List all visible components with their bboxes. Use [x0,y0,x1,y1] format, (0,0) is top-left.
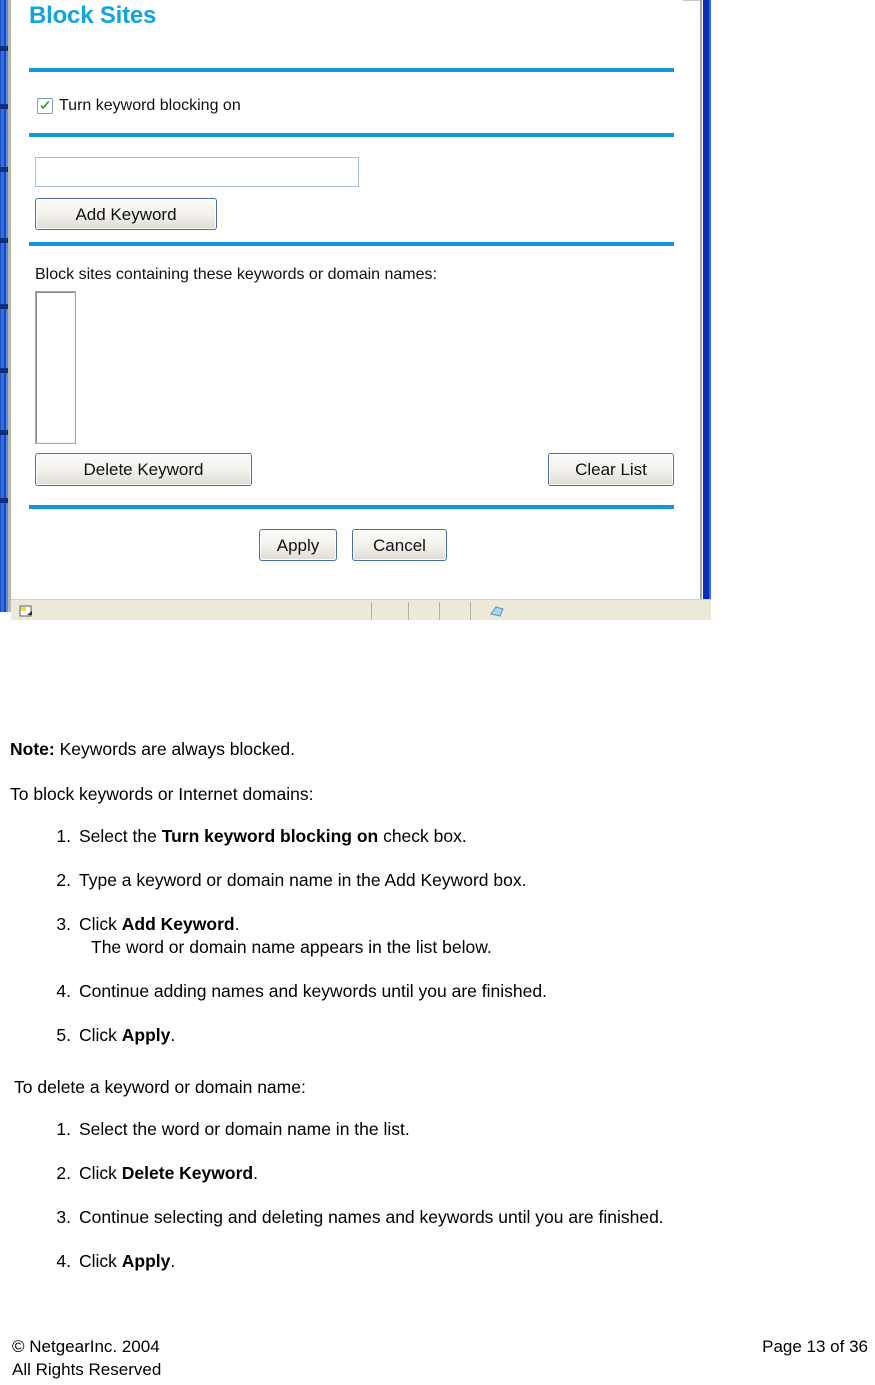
copyright-line-1: © NetgearInc. 2004 [12,1337,160,1356]
list-item-text: Continue selecting and deleting names an… [79,1207,664,1228]
emphasis-text: Apply [121,1251,171,1272]
note-text: Keywords are always blocked. [59,739,295,759]
list-item-text: Click Apply. [79,1025,176,1046]
list-item-number: 3. [56,1207,71,1228]
list-item-text: Click Delete Keyword. [79,1163,258,1184]
list-item-number: 2. [56,870,71,891]
keyword-blocking-checkbox-row[interactable]: Turn keyword blocking on [37,97,241,115]
add-keyword-button[interactable]: Add Keyword [35,198,217,230]
apply-button[interactable]: Apply [259,529,337,561]
list-item-number: 1. [56,1119,71,1139]
list-item: 5. Click Apply. [45,1024,845,1047]
list-item: 4. Continue adding names and keywords unt… [45,980,845,1003]
block-steps-list: 1. Select the Turn keyword blocking on ch… [45,825,845,1069]
list-item: 2. Type a keyword or domain name in the A… [45,869,845,892]
window-frame-right [700,0,711,612]
list-item-number: 4. [56,981,71,1002]
list-item-number: 1. [56,826,71,846]
note-label: Note: [10,739,55,759]
list-item-text: Select the Turn keyword blocking on chec… [79,826,467,846]
list-item-subtext: The word or domain name appears in the l… [91,937,492,958]
checkbox-label: Turn keyword blocking on [59,97,241,114]
list-item-text: Type a keyword or domain name in the Add… [79,870,527,891]
browser-window-screenshot: Block Sites Turn keyword blocking on Add… [0,0,711,620]
divider-rule-3 [29,242,674,246]
browser-viewport: Block Sites Turn keyword blocking on Add… [11,0,683,598]
list-item: 2. Click Delete Keyword. [45,1162,845,1185]
list-item: 1. Select the word or domain name in the … [45,1118,845,1141]
window-frame-left [0,0,11,612]
list-item: 4. Click Apply. [45,1250,845,1273]
list-item: 3. Click Add Keyword. The word or domain n… [45,913,845,959]
list-item: 3. Continue selecting and deleting names … [45,1206,845,1229]
list-item-text: Click Add Keyword. [79,914,240,935]
keyword-list-box[interactable] [35,291,76,444]
list-item-text: Select the word or domain name in the li… [79,1119,410,1139]
emphasis-text: Add Keyword [121,914,235,935]
note-paragraph: Note: Keywords are always blocked. [10,738,295,762]
emphasis-text: Delete Keyword [121,1163,254,1184]
list-item-text: Continue adding names and keywords until… [79,981,547,1002]
delete-intro-paragraph: To delete a keyword or domain name: [14,1077,306,1097]
copyright-line-2: All Rights Reserved [12,1359,162,1379]
delete-steps-list: 1. Select the word or domain name in the … [45,1118,845,1294]
turn-keyword-blocking-on-checkbox[interactable] [37,98,53,114]
page-number: Page 13 of 36 [762,1337,868,1356]
list-item: 1. Select the Turn keyword blocking on ch… [45,825,845,848]
page-footer: © NetgearInc. 2004 All Rights Reserved P… [0,1336,875,1385]
page-document-icon [19,604,35,618]
clear-list-button[interactable]: Clear List [548,453,674,486]
list-item-number: 5. [56,1025,71,1046]
copyright-block: © NetgearInc. 2004 All Rights Reserved [12,1336,161,1382]
list-item-text: Click Apply. [79,1251,176,1272]
divider-rule-4 [29,505,674,509]
divider-rule-1 [29,68,674,72]
internet-zone-icon [489,605,505,618]
keyword-input[interactable] [35,157,359,187]
emphasis-text: Turn keyword blocking on [161,826,379,846]
checkmark-icon [40,101,50,110]
delete-keyword-button[interactable]: Delete Keyword [35,453,252,486]
cancel-button[interactable]: Cancel [352,529,447,561]
page-title: Block Sites [29,2,157,29]
list-item-number: 4. [56,1251,71,1272]
emphasis-text: Apply [121,1025,171,1046]
list-item-number: 3. [56,914,71,935]
list-item-number: 2. [56,1163,71,1184]
block-sites-form: Block Sites Turn keyword blocking on Add… [11,0,683,598]
browser-status-bar [11,599,711,620]
keyword-list-label: Block sites containing these keywords or… [35,266,437,283]
block-intro-paragraph: To block keywords or Internet domains: [10,784,314,804]
divider-rule-2 [29,133,674,137]
